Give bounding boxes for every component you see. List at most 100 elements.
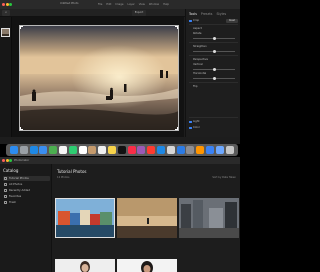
row-label: Perspective [193, 58, 209, 61]
finder-icon[interactable] [10, 146, 18, 154]
panel-row-flip[interactable]: Flip [189, 85, 238, 89]
zoom-window-icon[interactable] [9, 159, 12, 162]
music-icon[interactable] [127, 146, 136, 154]
menu-edit[interactable]: Edit [106, 3, 111, 6]
photo-tile-beach[interactable] [117, 198, 177, 238]
slider-knob[interactable] [213, 50, 216, 53]
tools-panel: Tools Presets Styles Crop Reset Aspect R… [185, 9, 240, 137]
menu-bar: File Edit Image Layer View Window Help [98, 3, 169, 6]
contacts-icon[interactable] [88, 146, 97, 154]
screen-sharing-icon[interactable] [206, 146, 214, 154]
vertical-slider[interactable] [193, 68, 235, 71]
row-label: Rotate [193, 32, 202, 35]
slider-knob[interactable] [213, 77, 216, 80]
facetime-icon[interactable] [68, 146, 77, 154]
menu-view[interactable]: View [139, 3, 145, 6]
panel-row-light[interactable]: Light [189, 120, 238, 124]
tv-icon[interactable] [117, 146, 126, 154]
podcasts-icon[interactable] [137, 146, 146, 154]
browser-titlebar: Photomator [0, 157, 240, 164]
photo-tile-houses[interactable] [55, 198, 115, 238]
panel-row-straighten[interactable]: Straighten [189, 45, 238, 49]
sidebar-item-tutorial-photos[interactable]: Tutorial Photos [3, 176, 50, 181]
sort-menu[interactable]: Sort by Date Taken [212, 176, 236, 179]
close-window-icon[interactable] [2, 3, 5, 6]
app-store-icon[interactable] [157, 146, 165, 154]
photomator-icon[interactable] [196, 146, 205, 154]
news-icon[interactable] [147, 146, 156, 154]
menu-image[interactable]: Image [115, 3, 123, 6]
panel-row-rotate[interactable]: Rotate [189, 32, 238, 36]
slider-knob[interactable] [213, 68, 216, 71]
notes-icon[interactable] [108, 146, 116, 154]
trash-icon[interactable] [225, 146, 234, 154]
checkbox-icon[interactable] [189, 126, 192, 129]
panel-row-aspect[interactable]: Aspect [189, 27, 238, 31]
sidebar-item-recently-added[interactable]: Recently Added [3, 188, 50, 193]
reset-button[interactable]: Reset [226, 19, 238, 23]
editor-window: Untitled Photo File Edit Image Layer Vie… [0, 0, 240, 144]
sidebar-item-trash[interactable]: Trash [3, 200, 50, 205]
preview-icon[interactable] [166, 146, 175, 154]
checkbox-icon[interactable] [189, 19, 192, 22]
safari-icon[interactable] [29, 146, 38, 154]
crop-handle-bottom-left-icon[interactable] [20, 127, 23, 130]
divider [189, 117, 238, 118]
portrait-image [117, 259, 177, 272]
current-photo-thumbnail[interactable] [1, 28, 10, 37]
panel-row-color[interactable]: Color [189, 126, 238, 130]
rotate-slider[interactable] [193, 37, 235, 40]
tab-presets[interactable]: Presets [201, 12, 213, 16]
back-button[interactable]: < [2, 10, 10, 16]
page-title: Tutorial Photos [57, 169, 87, 174]
beach-photo[interactable] [19, 25, 179, 131]
row-label: Horizontal [193, 72, 207, 75]
crop-handle-top-right-icon[interactable] [175, 26, 178, 29]
horizontal-slider[interactable] [193, 77, 235, 80]
divider [189, 42, 238, 43]
panel-row-horizontal[interactable]: Horizontal [189, 72, 238, 76]
panel-row-crop[interactable]: Crop Reset [189, 19, 238, 23]
sidebar-item-all-photos[interactable]: All Photos [3, 182, 50, 187]
photos-icon[interactable] [59, 146, 67, 154]
heart-icon [4, 195, 7, 198]
tab-styles[interactable]: Styles [216, 12, 226, 16]
reminders-icon[interactable] [98, 146, 107, 154]
divider [189, 24, 238, 25]
sidebar-item-favorites[interactable]: Favorites [3, 194, 50, 199]
mail-icon[interactable] [39, 146, 48, 154]
checkbox-icon[interactable] [189, 120, 192, 123]
photo-tile-city[interactable] [179, 198, 239, 238]
beach-sunset-image [20, 26, 178, 130]
menu-help[interactable]: Help [163, 3, 169, 6]
tab-tools[interactable]: Tools [189, 12, 197, 16]
calendar-icon[interactable] [78, 146, 87, 154]
zoom-window-icon[interactable] [9, 3, 12, 6]
close-window-icon[interactable] [2, 159, 5, 162]
photo-strip [0, 17, 12, 137]
system-settings-icon[interactable] [186, 146, 195, 154]
panel-row-perspective[interactable]: Perspective [189, 58, 238, 62]
row-label: Vertical [193, 63, 203, 66]
launchpad-icon[interactable] [19, 146, 28, 154]
straighten-slider[interactable] [193, 50, 235, 53]
export-button[interactable]: Export [132, 10, 146, 16]
crop-handle-bottom-right-icon[interactable] [175, 127, 178, 130]
photo-browser-window: Photomator Catalog Tutorial Photos All P… [0, 157, 240, 272]
portrait-image [55, 259, 115, 272]
menu-file[interactable]: File [98, 3, 102, 6]
editing-canvas[interactable] [12, 17, 184, 137]
thumbnail-image [2, 29, 9, 36]
downloads-icon[interactable] [215, 146, 224, 154]
photo-tile-portrait-1[interactable] [55, 259, 115, 272]
crop-handle-top-left-icon[interactable] [20, 26, 23, 29]
photo-tile-portrait-2[interactable] [117, 259, 177, 272]
maps-icon[interactable] [49, 146, 58, 154]
panel-row-vertical[interactable]: Vertical [189, 63, 238, 67]
menu-layer[interactable]: Layer [128, 3, 135, 6]
menu-window[interactable]: Window [149, 3, 159, 6]
sidebar-item-label: All Photos [9, 182, 23, 186]
row-label: Flip [193, 85, 198, 88]
pixelmator-icon[interactable] [176, 146, 185, 154]
slider-knob[interactable] [213, 37, 216, 40]
